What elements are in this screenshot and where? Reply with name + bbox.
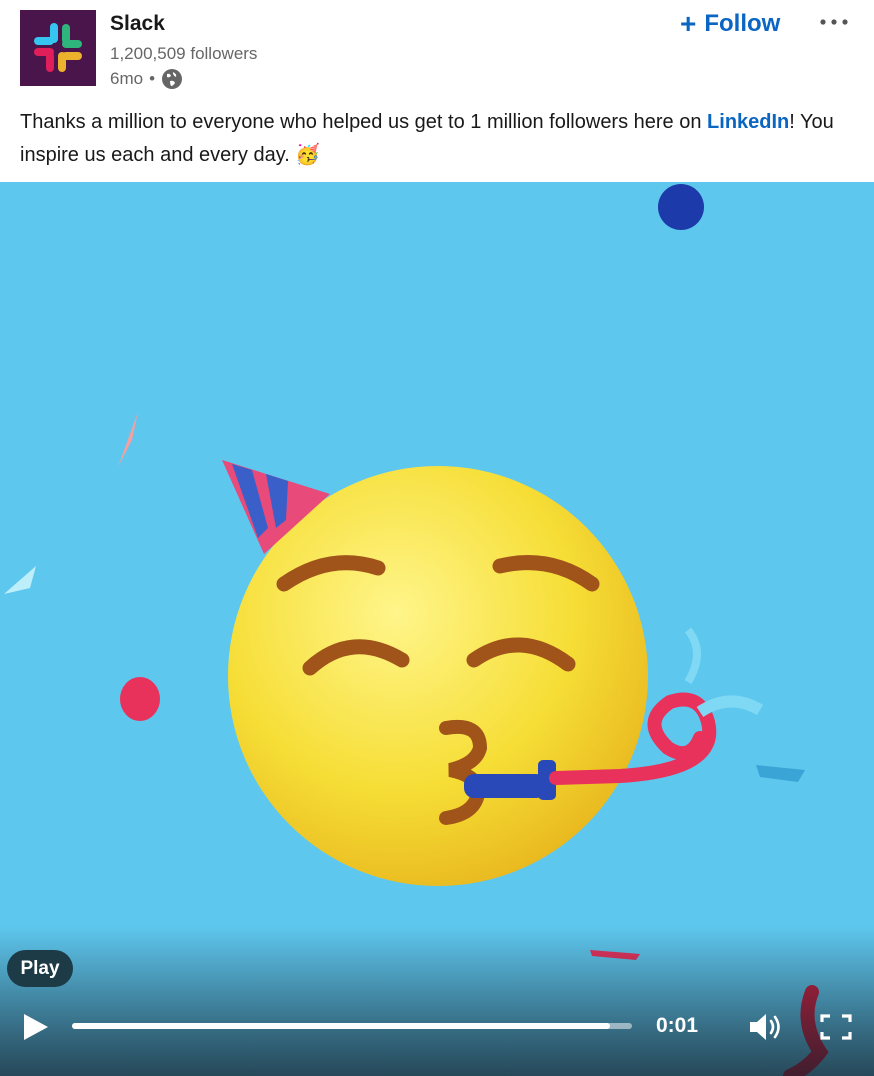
plus-icon: + <box>680 8 697 39</box>
time-display: 0:01 <box>656 1014 699 1037</box>
meta-separator: • <box>149 69 156 88</box>
play-icon[interactable] <box>18 1010 52 1044</box>
post-meta: 6mo • <box>110 68 183 90</box>
party-emoji: 🥳 <box>295 144 321 166</box>
play-tooltip: Play <box>7 950 73 987</box>
post-text-start: Thanks a million to everyone who helped … <box>20 111 708 133</box>
mention-link[interactable]: LinkedIn <box>707 111 789 133</box>
post-header: Slack 1,200,509 followers 6mo • + Follow… <box>0 0 874 182</box>
company-name[interactable]: Slack <box>110 12 165 36</box>
slack-logo[interactable] <box>20 10 96 86</box>
follow-label: Follow <box>704 10 781 37</box>
follower-count: 1,200,509 followers <box>110 44 258 63</box>
progress-bar[interactable] <box>72 1023 632 1029</box>
progress-fill <box>72 1023 610 1029</box>
post-text: Thanks a million to everyone who helped … <box>20 106 850 172</box>
more-icon[interactable] <box>816 8 856 36</box>
volume-icon[interactable] <box>746 1010 786 1044</box>
video-player[interactable]: Play 0:01 <box>0 182 874 1076</box>
controls-gradient <box>0 926 874 1076</box>
follow-button[interactable]: + Follow <box>680 6 780 42</box>
post-age: 6mo <box>110 69 144 88</box>
fullscreen-icon[interactable] <box>818 1012 854 1042</box>
globe-icon <box>161 68 183 90</box>
